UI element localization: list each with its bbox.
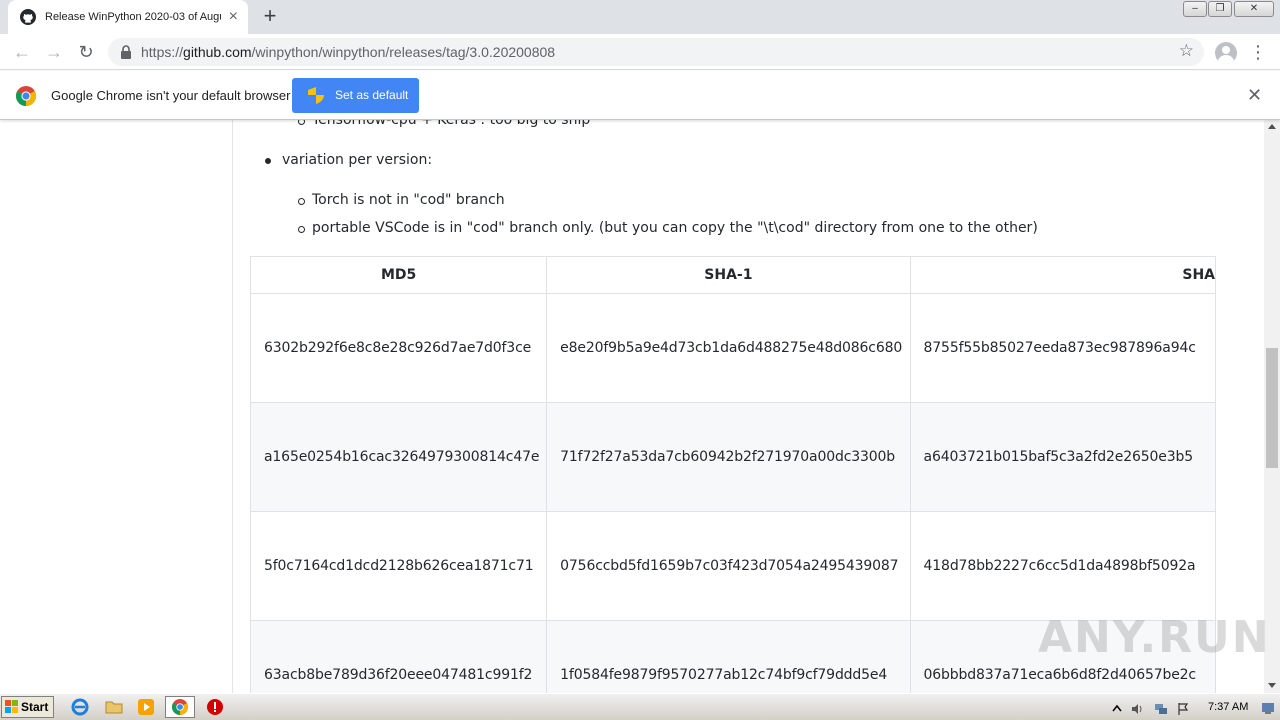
header-sha1: SHA-1 [546, 256, 911, 294]
star-icon[interactable]: ☆ [1179, 41, 1194, 61]
page-scrollbar[interactable] [1264, 120, 1280, 693]
taskbar-chrome-button[interactable] [165, 696, 195, 718]
md5-cell: 6302b292f6e8c8e28c926d7ae7d0f3ce [250, 293, 548, 403]
window-minimize-button[interactable]: ‒ [1183, 1, 1207, 17]
anyrun-watermark: ANY.RUN [1038, 612, 1271, 663]
flag-icon[interactable] [1176, 702, 1190, 716]
ie-icon[interactable] [71, 698, 89, 716]
new-tab-button[interactable]: + [258, 4, 282, 28]
sha1-cell: 71f72f27a53da7cb60942b2f271970a00dc3300b [546, 402, 911, 512]
taskbar-clock: 7:37 AM [1208, 701, 1249, 713]
url-text[interactable]: https://github.com/winpython/winpython/r… [141, 44, 555, 60]
sha1-cell: 0756ccbd5fd1659b7c03f423d7054a2495439087 [546, 511, 911, 621]
chrome-icon [16, 86, 36, 106]
infobar-message: Google Chrome isn't your default browser [51, 88, 291, 103]
set-as-default-button[interactable]: Set as default [292, 78, 419, 113]
table-row: 6302b292f6e8c8e28c926d7ae7d0f3ce e8e20f9… [250, 293, 1216, 403]
chrome-menu-button[interactable]: ⋮ [1248, 40, 1268, 64]
window-maximize-button[interactable]: ❐ [1208, 1, 1232, 17]
tab-close-button[interactable]: × [229, 9, 238, 25]
back-button[interactable]: ← [10, 40, 34, 64]
windows-flag-icon [5, 700, 18, 713]
stop-icon[interactable] [206, 698, 224, 716]
browser-toolbar: ← → ↻ https://github.com/winpython/winpy… [0, 34, 1280, 70]
md5-cell: a165e0254b16cac3264979300814c47e [250, 402, 548, 512]
list-item-partial: Tensorflow-cpu + Keras : too big to ship [297, 120, 590, 128]
chrome-icon [172, 699, 188, 715]
page-viewport: Tensorflow-cpu + Keras : too big to ship… [0, 120, 1264, 693]
table-row: 5f0c7164cd1dcd2128b626cea1871c71 0756ccb… [250, 511, 1216, 621]
tab-strip: Release WinPython 2020-03 of August × + … [0, 0, 1280, 34]
media-player-icon[interactable] [137, 698, 155, 716]
release-notes-content: Tensorflow-cpu + Keras : too big to ship… [250, 120, 1216, 693]
url-prefix: https:// [141, 44, 184, 60]
system-tray [1104, 696, 1280, 718]
windows-taskbar: Start 7:37 AM [0, 693, 1280, 720]
variation-item: portable VSCode is in "cod" branch only.… [298, 220, 1038, 236]
profile-icon[interactable] [1215, 42, 1237, 64]
table-row: a165e0254b16cac3264979300814c47e 71f72f2… [250, 402, 1216, 512]
sha1-cell: e8e20f9b5a9e4d73cb1da6d488275e48d086c680 [546, 293, 911, 403]
variation-heading: variation per version: [264, 152, 433, 168]
address-bar[interactable]: https://github.com/winpython/winpython/r… [108, 38, 1204, 66]
tab-title: Release WinPython 2020-03 of August [45, 11, 221, 23]
infobar-close-icon[interactable]: ✕ [1247, 85, 1262, 106]
browser-tab[interactable]: Release WinPython 2020-03 of August × [8, 0, 248, 34]
md5-cell: 5f0c7164cd1dcd2128b626cea1871c71 [250, 511, 548, 621]
folder-icon[interactable] [105, 698, 123, 716]
lock-icon[interactable] [120, 45, 132, 59]
show-desktop-icon[interactable] [1261, 701, 1275, 715]
sha-cell: 418d78bb2227c6cc5d1da4898bf5092a [909, 511, 1216, 621]
sha1-cell: 1f0584fe9879f9570277ab12c74bf9cf79ddd5e4 [546, 620, 911, 693]
url-path: /winpython/winpython/releases/tag/3.0.20… [251, 44, 556, 60]
window-close-button[interactable]: ✕ [1234, 1, 1274, 17]
volume-icon[interactable] [1130, 702, 1144, 716]
sha-cell: a6403721b015baf5c3a2fd2e2650e3b5 [909, 402, 1216, 512]
set-as-default-label: Set as default [335, 88, 409, 102]
variation-item: Torch is not in "cod" branch [298, 192, 505, 208]
md5-cell: 63acb8be789d36f20eee047481c991f2 [250, 620, 548, 693]
forward-button[interactable]: → [42, 40, 66, 64]
scroll-down-arrow-icon[interactable] [1268, 683, 1276, 688]
shield-icon [308, 87, 324, 104]
scroll-up-arrow-icon[interactable] [1268, 124, 1276, 129]
header-md5: MD5 [250, 256, 548, 294]
sha-cell: 8755f55b85027eeda873ec987896a94c [909, 293, 1216, 403]
sidebar-divider [232, 120, 233, 693]
github-icon [20, 9, 36, 25]
start-button[interactable]: Start [1, 696, 54, 718]
network-icon[interactable] [1154, 702, 1168, 716]
table-header-row: MD5 SHA-1 SHA [250, 256, 1216, 294]
header-sha: SHA [909, 256, 1216, 294]
scrollbar-thumb[interactable] [1266, 348, 1278, 468]
url-host: github.com [183, 44, 252, 60]
start-label: Start [21, 700, 49, 714]
default-browser-infobar: Google Chrome isn't your default browser… [0, 71, 1280, 120]
tray-expand-icon[interactable] [1110, 702, 1124, 716]
reload-button[interactable]: ↻ [74, 40, 98, 64]
